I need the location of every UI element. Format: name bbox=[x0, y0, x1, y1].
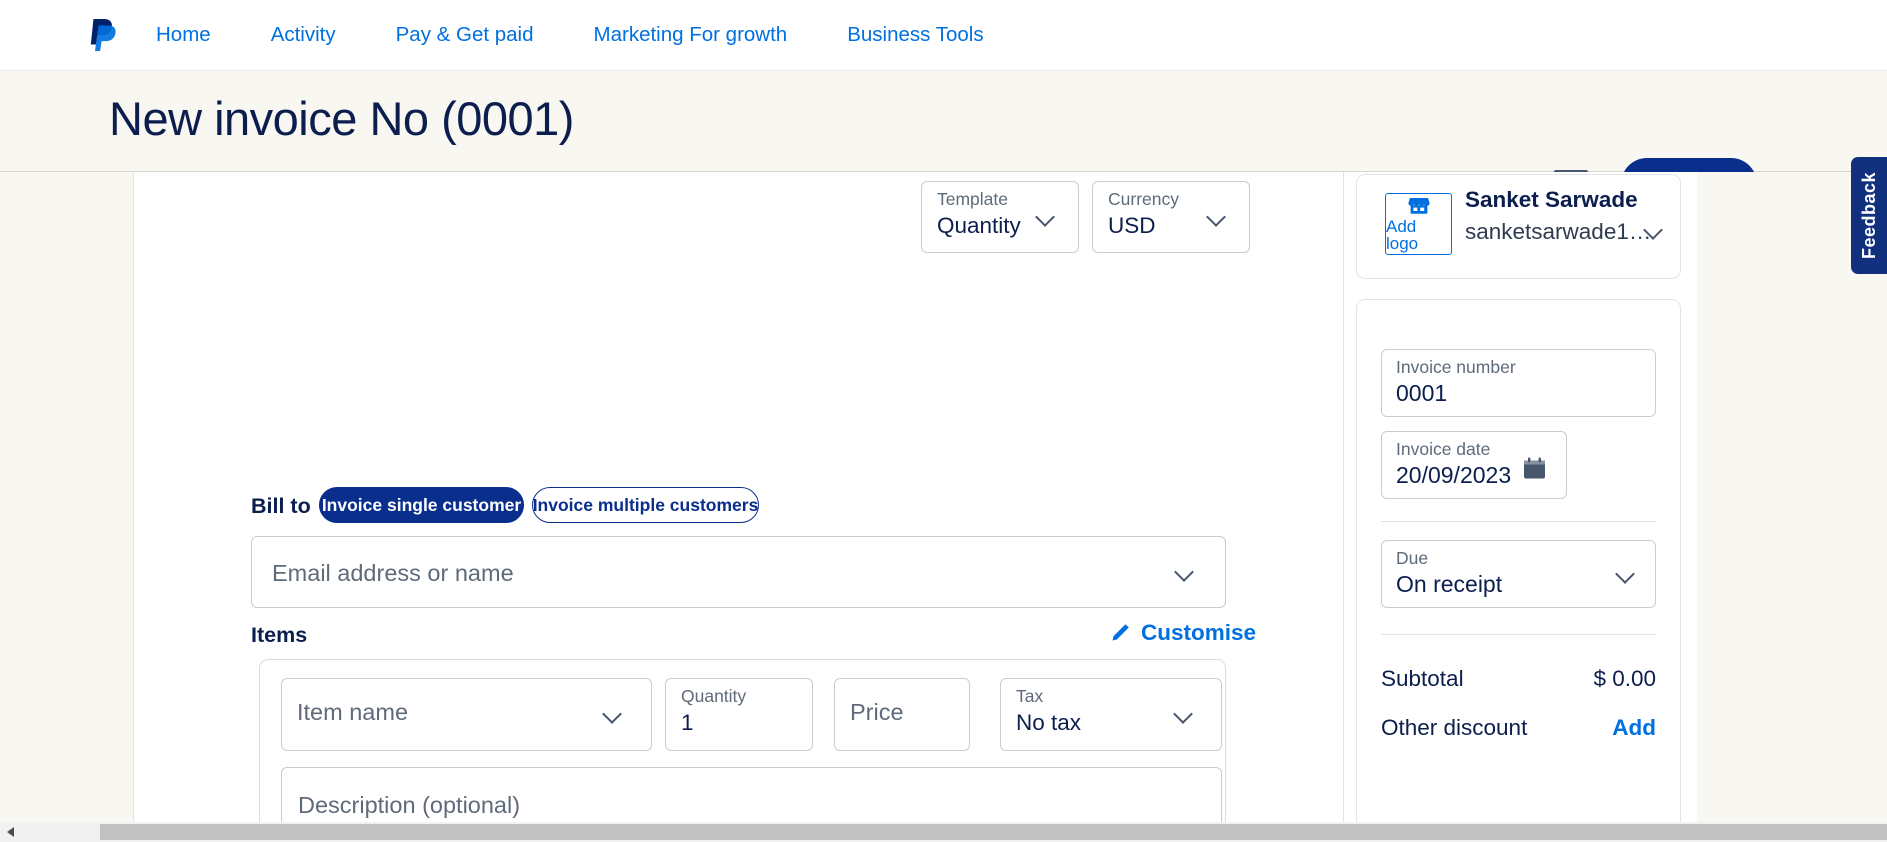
chevron-down-icon bbox=[1038, 210, 1055, 220]
paypal-logo-icon[interactable] bbox=[88, 17, 118, 53]
subtotal-row: Subtotal $ 0.00 bbox=[1381, 666, 1656, 692]
merchant-card: Add logo Sanket Sarwade sanketsarwade1… bbox=[1356, 174, 1681, 279]
price-input[interactable]: Price bbox=[834, 678, 970, 751]
invoice-left-column: Template Quantity Currency USD Bill to I… bbox=[134, 172, 1343, 842]
tab-invoice-single-customer[interactable]: Invoice single customer bbox=[319, 487, 524, 523]
quantity-input[interactable]: Quantity 1 bbox=[665, 678, 813, 751]
storefront-icon bbox=[1407, 197, 1430, 214]
currency-select-value: USD bbox=[1108, 213, 1156, 238]
chevron-down-icon bbox=[1618, 567, 1635, 577]
global-nav-bar: Home Activity Pay & Get paid Marketing F… bbox=[0, 0, 1887, 71]
due-value: On receipt bbox=[1396, 571, 1503, 597]
nav-links: Home Activity Pay & Get paid Marketing F… bbox=[156, 24, 1014, 46]
invoice-date-label: Invoice date bbox=[1396, 439, 1491, 459]
pencil-icon bbox=[1112, 624, 1129, 641]
chevron-down-icon bbox=[1177, 565, 1194, 575]
nav-link-home[interactable]: Home bbox=[156, 24, 241, 46]
quantity-value: 1 bbox=[681, 710, 694, 735]
chevron-down-icon[interactable] bbox=[1646, 223, 1663, 233]
customer-email-input[interactable]: Email address or name bbox=[251, 536, 1226, 608]
template-select-value: Quantity bbox=[937, 213, 1021, 238]
invoice-date-value: 20/09/2023 bbox=[1396, 462, 1512, 488]
nav-link-activity[interactable]: Activity bbox=[241, 24, 366, 46]
add-logo-label: Add logo bbox=[1386, 216, 1419, 253]
other-discount-label: Other discount bbox=[1381, 715, 1528, 740]
invoice-number-label: Invoice number bbox=[1396, 357, 1516, 377]
invoice-number-input[interactable]: Invoice number 0001 bbox=[1381, 349, 1656, 417]
horizontal-scrollbar[interactable] bbox=[0, 822, 1887, 842]
due-label: Due bbox=[1396, 548, 1429, 568]
invoice-scroll-area: Template Quantity Currency USD Bill to I… bbox=[0, 172, 1887, 842]
items-heading: Items bbox=[251, 623, 308, 647]
nav-link-pay-get-paid[interactable]: Pay & Get paid bbox=[366, 24, 564, 46]
currency-select-label: Currency bbox=[1108, 189, 1179, 209]
feedback-label: Feedback bbox=[1858, 171, 1879, 260]
customise-label: Customise bbox=[1141, 620, 1257, 645]
customer-email-placeholder: Email address or name bbox=[272, 560, 514, 586]
description-placeholder: Description (optional) bbox=[298, 792, 521, 818]
invoice-date-input[interactable]: Invoice date 20/09/2023 bbox=[1381, 431, 1567, 499]
price-placeholder: Price bbox=[850, 699, 904, 725]
template-select-label: Template bbox=[937, 189, 1009, 209]
quantity-label: Quantity bbox=[681, 686, 747, 706]
tax-select[interactable]: Tax No tax bbox=[1000, 678, 1222, 751]
merchant-name: Sanket Sarwade bbox=[1465, 187, 1638, 212]
nav-link-marketing[interactable]: Marketing For growth bbox=[564, 24, 818, 46]
chevron-down-icon bbox=[1209, 210, 1226, 220]
tab-invoice-multiple-customers[interactable]: Invoice multiple customers bbox=[532, 487, 759, 523]
divider bbox=[1381, 634, 1656, 635]
due-select[interactable]: Due On receipt bbox=[1381, 540, 1656, 608]
nav-link-business-tools[interactable]: Business Tools bbox=[817, 24, 1013, 46]
merchant-email: sanketsarwade1… bbox=[1465, 219, 1652, 244]
calendar-icon[interactable] bbox=[1522, 456, 1547, 486]
paypal-invoice-page: Home Activity Pay & Get paid Marketing F… bbox=[0, 0, 1887, 842]
invoice-header-bar: New invoice No (0001) Send bbox=[0, 71, 1887, 210]
currency-select[interactable]: Currency USD bbox=[1092, 181, 1250, 253]
page-title: New invoice No (0001) bbox=[109, 92, 574, 145]
other-discount-row: Other discount Add bbox=[1381, 715, 1656, 741]
scroll-left-arrow-icon[interactable] bbox=[0, 822, 20, 842]
add-logo-button[interactable]: Add logo bbox=[1385, 193, 1452, 255]
feedback-tab[interactable]: Feedback bbox=[1851, 157, 1887, 274]
item-name-placeholder: Item name bbox=[297, 699, 409, 725]
other-discount-add-button[interactable]: Add bbox=[1612, 715, 1656, 741]
subtotal-value: $ 0.00 bbox=[1593, 666, 1656, 691]
customise-button[interactable]: Customise bbox=[1109, 620, 1256, 646]
template-select[interactable]: Template Quantity bbox=[921, 181, 1079, 253]
tax-label: Tax bbox=[1016, 686, 1044, 706]
divider bbox=[1381, 521, 1656, 522]
subtotal-label: Subtotal bbox=[1381, 666, 1464, 691]
scrollbar-thumb[interactable] bbox=[100, 824, 1887, 840]
invoice-form-card: Template Quantity Currency USD Bill to I… bbox=[133, 172, 1697, 842]
invoice-right-column: Add logo Sanket Sarwade sanketsarwade1… … bbox=[1343, 172, 1697, 839]
tax-value: No tax bbox=[1016, 710, 1082, 735]
invoice-details-card: Invoice number 0001 Invoice date 20/09/2… bbox=[1356, 299, 1681, 839]
chevron-down-icon bbox=[1176, 707, 1193, 717]
chevron-down-icon bbox=[605, 707, 622, 717]
item-name-input[interactable]: Item name bbox=[281, 678, 652, 751]
invoice-number-value: 0001 bbox=[1396, 380, 1448, 406]
bill-to-label: Bill to bbox=[251, 494, 311, 518]
